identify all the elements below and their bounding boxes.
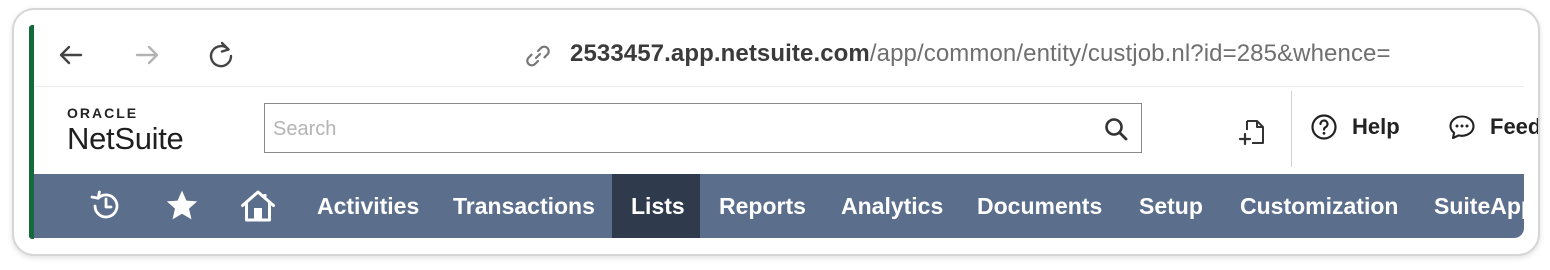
forward-arrow-icon: [135, 45, 159, 65]
browser-window: 2533457.app.netsuite.com/app/common/enti…: [12, 8, 1540, 256]
netsuite-logo[interactable]: ORACLE NetSuite: [67, 105, 184, 157]
address-bar[interactable]: 2533457.app.netsuite.com/app/common/enti…: [570, 40, 1391, 68]
back-arrow-icon: [59, 45, 83, 65]
reload-icon: [209, 41, 233, 68]
back-button[interactable]: [54, 38, 88, 72]
url-host: 2533457.app.netsuite.com: [570, 40, 870, 67]
menu-reports[interactable]: Reports: [700, 174, 825, 238]
help-icon: [1311, 114, 1337, 140]
logo-netsuite-text: NetSuite: [67, 121, 184, 156]
search-input[interactable]: [271, 114, 1095, 144]
reload-button[interactable]: [204, 38, 238, 72]
menu-transactions[interactable]: Transactions: [434, 174, 614, 238]
search-icon[interactable]: [1103, 116, 1129, 142]
link-icon: [526, 45, 550, 67]
main-menu-bar: Activities Transactions Lists Reports An…: [34, 174, 1524, 238]
menu-customization[interactable]: Customization: [1221, 174, 1417, 238]
favorites-star-icon[interactable]: [164, 188, 200, 224]
feedback-link[interactable]: Feedback: [1448, 113, 1540, 141]
browser-toolbar: 2533457.app.netsuite.com/app/common/enti…: [34, 20, 1524, 87]
menu-setup[interactable]: Setup: [1120, 174, 1222, 238]
header-divider: [1291, 91, 1292, 167]
home-icon[interactable]: [240, 188, 276, 224]
menu-suiteapps[interactable]: SuiteApps: [1415, 174, 1524, 238]
help-link[interactable]: Help: [1310, 113, 1400, 141]
menu-lists[interactable]: Lists: [612, 174, 700, 238]
logo-oracle-text: ORACLE: [67, 105, 139, 121]
menu-analytics[interactable]: Analytics: [822, 174, 962, 238]
new-record-icon[interactable]: [1238, 117, 1266, 147]
global-search: [264, 103, 1142, 153]
url-path: /app/common/entity/custjob.nl?id=285&whe…: [869, 40, 1391, 67]
menu-activities[interactable]: Activities: [298, 174, 438, 238]
forward-button[interactable]: [130, 38, 164, 72]
feedback-icon: [1449, 115, 1475, 140]
feedback-label: Feedback: [1490, 114, 1540, 139]
menu-documents[interactable]: Documents: [958, 174, 1121, 238]
recent-records-icon[interactable]: [88, 188, 124, 224]
help-label: Help: [1352, 114, 1400, 139]
app-header: ORACLE NetSuite Help Feedback: [34, 87, 1538, 173]
